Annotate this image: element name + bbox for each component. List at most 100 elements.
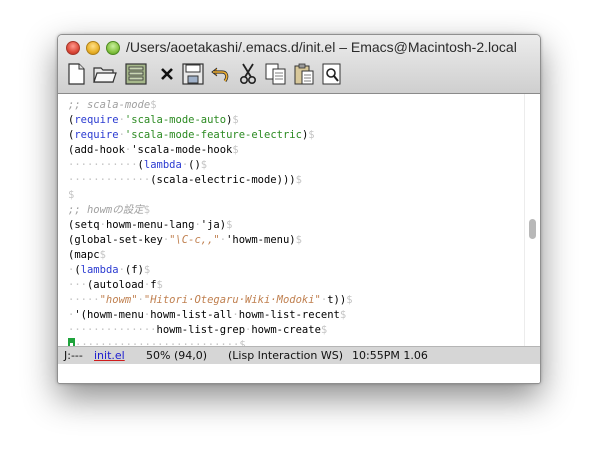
whitespace-marker: $ bbox=[339, 309, 347, 321]
code-token: 'scala-mode-feature-electric bbox=[124, 129, 302, 141]
whitespace-marker: $ bbox=[232, 114, 239, 126]
code-token: () bbox=[188, 159, 201, 171]
code-token: (f) bbox=[124, 264, 144, 276]
cut-button[interactable] bbox=[236, 62, 260, 86]
code-line: ·············(scala-electric-mode)))$ bbox=[68, 173, 302, 188]
whitespace-marker: $ bbox=[232, 144, 239, 156]
whitespace-marker: $ bbox=[320, 324, 328, 336]
code-token: (autoload bbox=[86, 279, 144, 291]
code-line: ·(lambda·(f)$ bbox=[68, 263, 150, 278]
code-token: "\C-c,," bbox=[169, 234, 220, 246]
code-line: (require·'scala-mode-feature-electric)$ bbox=[68, 128, 315, 143]
mode-line: J:--- init.el 50% (94,0) (Lisp Interacti… bbox=[58, 346, 540, 364]
code-token: (scala-electric-mode))) bbox=[150, 174, 296, 186]
modeline-buffer-name[interactable]: init.el bbox=[94, 347, 125, 364]
code-token: ;; howmの設定 bbox=[68, 204, 144, 216]
code-token: "howm" bbox=[99, 294, 138, 306]
whitespace-marker: $ bbox=[226, 219, 233, 231]
modeline-major-mode[interactable]: (Lisp Interaction WS) bbox=[228, 347, 343, 364]
window-title: /Users/aoetakashi/.emacs.d/init.el – Ema… bbox=[126, 39, 517, 55]
undo-button[interactable] bbox=[209, 62, 233, 86]
whitespace-marker: $ bbox=[156, 279, 163, 291]
code-line: ···(autoload·f$ bbox=[68, 278, 163, 293]
code-token: 'howm-menu) bbox=[226, 234, 296, 246]
code-token: lambda bbox=[80, 264, 119, 276]
whitespace-marker: ··· bbox=[68, 279, 87, 291]
code-token: (setq bbox=[68, 219, 100, 231]
whitespace-marker: $ bbox=[295, 234, 302, 246]
whitespace-marker: $ bbox=[200, 159, 208, 171]
code-line: ;; howmの設定$ bbox=[68, 203, 150, 218]
whitespace-marker: $ bbox=[308, 129, 315, 141]
whitespace-marker: $ bbox=[143, 264, 151, 276]
close-icon bbox=[161, 68, 173, 80]
search-icon bbox=[322, 63, 341, 85]
code-token: (global-set-key bbox=[68, 234, 163, 246]
open-file-button[interactable] bbox=[93, 62, 117, 86]
save-icon bbox=[182, 63, 204, 85]
code-line: (setq·howm-menu-lang·'ja)$ bbox=[68, 218, 232, 233]
close-window-button[interactable] bbox=[66, 41, 80, 55]
whitespace-marker: $ bbox=[150, 99, 157, 111]
copy-button[interactable] bbox=[264, 62, 288, 86]
vertical-scrollbar[interactable] bbox=[524, 94, 540, 346]
whitespace-marker: $ bbox=[68, 189, 75, 201]
code-token: ;; scala-mode bbox=[68, 99, 151, 111]
code-token: (mapc bbox=[68, 249, 100, 261]
paste-icon bbox=[294, 63, 314, 85]
modeline-time: 10:55PM 1.06 bbox=[352, 349, 428, 362]
emacs-window: /Users/aoetakashi/.emacs.d/init.el – Ema… bbox=[57, 34, 541, 384]
whitespace-marker: $ bbox=[143, 204, 151, 216]
cut-icon bbox=[239, 63, 257, 85]
minimize-window-button[interactable] bbox=[86, 41, 100, 55]
code-token: lambda bbox=[143, 159, 182, 171]
code-token: t)) bbox=[327, 294, 347, 306]
code-token: require bbox=[74, 129, 119, 141]
code-token: "Hitori·Otegaru·Wiki·Modoki" bbox=[143, 294, 321, 306]
code-line: (require·'scala-mode-auto)$ bbox=[68, 113, 239, 128]
text-cursor bbox=[68, 338, 75, 346]
save-button[interactable] bbox=[181, 62, 205, 86]
code-line: ;; scala-mode$ bbox=[68, 98, 157, 113]
whitespace-marker: ··········· bbox=[68, 159, 138, 171]
whitespace-marker: $ bbox=[99, 249, 106, 261]
dired-button[interactable] bbox=[124, 62, 148, 86]
code-token: (add-hook bbox=[68, 144, 125, 156]
code-token: howm-menu-lang bbox=[105, 219, 195, 231]
code-token: howm-create bbox=[251, 324, 321, 336]
whitespace-marker: $ bbox=[239, 339, 246, 346]
copy-icon bbox=[265, 63, 286, 85]
code-line: ··············howm-list-grep·howm-create… bbox=[68, 323, 327, 338]
whitespace-marker: ····· bbox=[68, 294, 100, 306]
code-token: howm-list-recent bbox=[238, 309, 340, 321]
kill-buffer-button[interactable] bbox=[155, 62, 179, 86]
scrollbar-thumb[interactable] bbox=[529, 219, 536, 239]
code-token: '(howm-menu bbox=[74, 309, 144, 321]
new-file-button[interactable] bbox=[64, 62, 88, 86]
whitespace-marker: $ bbox=[346, 294, 353, 306]
code-line: ·····"howm"·"Hitori·Otegaru·Wiki·Modoki"… bbox=[68, 293, 353, 308]
code-line: (mapc$ bbox=[68, 248, 106, 263]
search-button[interactable] bbox=[320, 62, 344, 86]
editor-text-area[interactable]: ;; scala-mode$ (require·'scala-mode-auto)… bbox=[58, 94, 524, 346]
code-token: howm-list-all bbox=[150, 309, 233, 321]
code-line: (global-set-key·"\C-c,,"·'howm-menu)$ bbox=[68, 233, 302, 248]
whitespace-marker: $ bbox=[295, 174, 302, 186]
minibuffer[interactable] bbox=[58, 364, 540, 383]
whitespace-marker: ·························· bbox=[75, 339, 240, 346]
code-token: 'ja) bbox=[200, 219, 227, 231]
code-token: 'scala-mode-auto bbox=[124, 114, 227, 126]
new-file-icon bbox=[68, 63, 85, 85]
zoom-window-button[interactable] bbox=[106, 41, 120, 55]
dired-icon bbox=[125, 63, 147, 85]
title-bar: /Users/aoetakashi/.emacs.d/init.el – Ema… bbox=[58, 35, 540, 94]
code-line: ··························$ bbox=[68, 338, 246, 346]
modeline-state: J:--- bbox=[64, 349, 83, 362]
undo-icon bbox=[211, 67, 229, 82]
code-token: 'scala-mode-hook bbox=[131, 144, 233, 156]
code-token: require bbox=[74, 114, 119, 126]
code-line: $ bbox=[68, 188, 74, 203]
code-line: ···········(lambda·()$ bbox=[68, 158, 207, 173]
code-line: (add-hook·'scala-mode-hook$ bbox=[68, 143, 239, 158]
paste-button[interactable] bbox=[292, 62, 316, 86]
